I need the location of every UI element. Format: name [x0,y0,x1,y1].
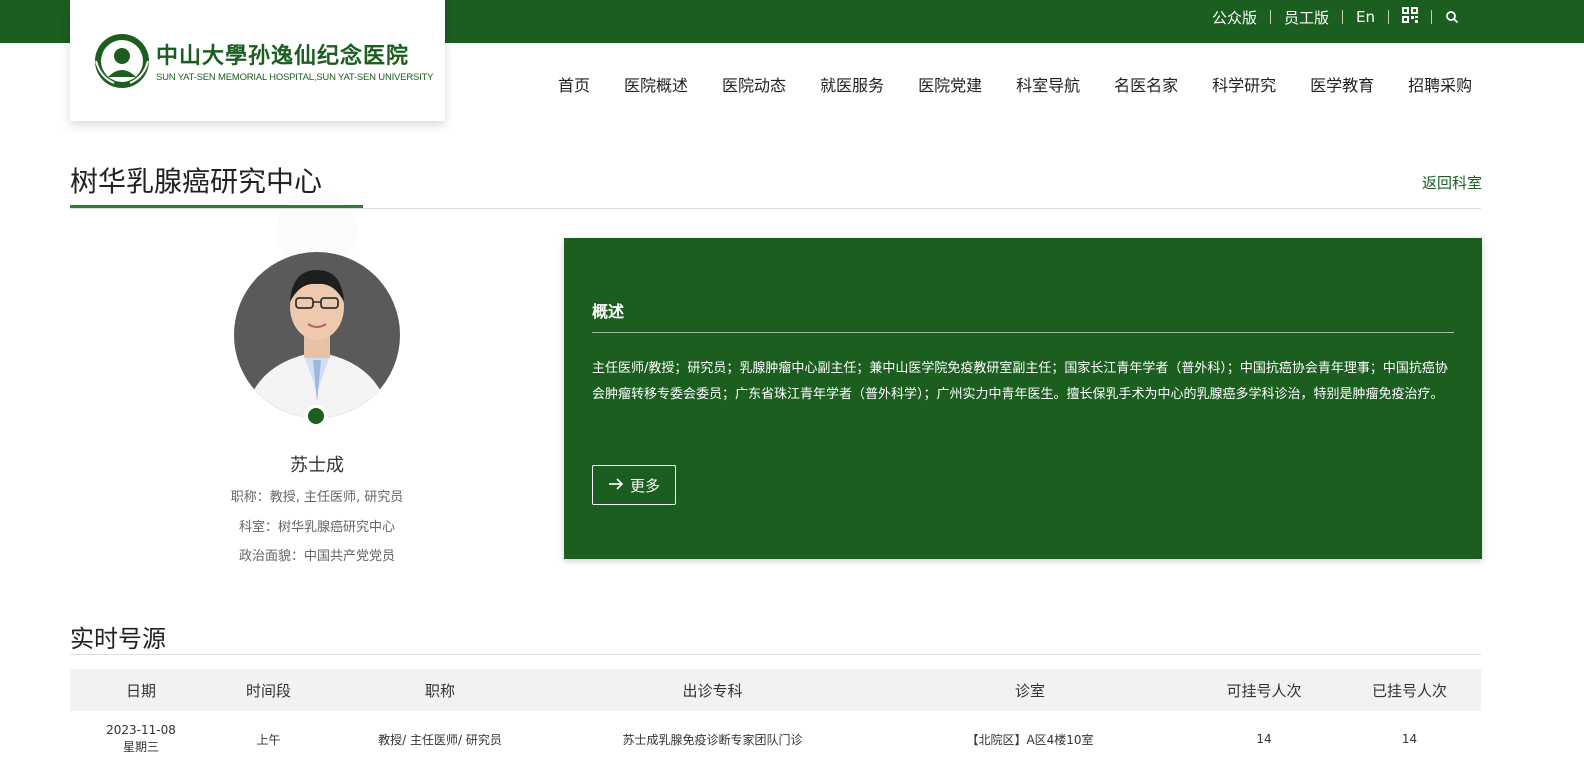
date-value: 2023-11-08 [106,723,176,737]
logo-english-name: SUN YAT-SEN MEMORIAL HOSPITAL,SUN YAT-SE… [156,72,434,83]
doctor-political-status: 政治面貌：中国共产党党员 [238,549,395,564]
doctor-department: 科室：树华乳腺癌研究中心 [238,520,395,535]
logo-chinese-name: 中山大學孙逸仙纪念医院 [156,43,410,69]
cell-period: 上午 [256,732,281,747]
summary-text: 主任医师/教授；研究员；乳腺肿瘤中心副主任；兼中山医学院免疫教研室副主任；国家长… [592,361,1448,402]
utility-links: 公众版 员工版 En [1199,7,1472,27]
weekday-value: 星期三 [122,740,159,754]
main-navigation: 首页 医院概述 医院动态 就医服务 医院党建 科室导航 名医名家 科学研究 医学… [558,72,1472,96]
cell-booked: 14 [1401,732,1418,746]
arrow-right-icon [608,476,624,494]
cell-room: 【北院区】A区4楼10室 [966,732,1094,747]
nav-item-doctors[interactable]: 名医名家 [1114,72,1178,96]
column-header-specialty: 出诊专科 [555,669,870,711]
column-header-booked: 已挂号人次 [1338,669,1481,711]
back-to-department-link[interactable]: 返回科室 [1422,172,1482,193]
nav-item-recruitment[interactable]: 招聘采购 [1408,72,1472,96]
cell-available: 14 [1256,732,1272,746]
table-header-row: 日期 时间段 职称 出诊专科 诊室 可挂号人次 已挂号人次 [70,669,1481,711]
nav-item-overview[interactable]: 医院概述 [624,72,688,96]
title-divider [70,208,1481,209]
column-header-title: 职称 [325,669,555,711]
summary-divider [592,332,1454,333]
avatar-indicator-dot [305,405,327,427]
util-link-public[interactable]: 公众版 [1199,7,1270,28]
logo-card[interactable]: 中山大學孙逸仙纪念医院 SUN YAT-SEN MEMORIAL HOSPITA… [70,0,445,121]
nav-item-news[interactable]: 医院动态 [722,72,786,96]
nav-item-departments[interactable]: 科室导航 [1016,72,1080,96]
nav-item-home[interactable]: 首页 [558,72,590,96]
column-header-available: 可挂号人次 [1190,669,1338,711]
more-button-label: 更多 [629,476,660,495]
search-icon[interactable] [1432,10,1472,24]
summary-heading: 概述 [592,302,625,321]
nav-item-party[interactable]: 医院党建 [918,72,982,96]
column-header-date: 日期 [70,669,212,711]
cell-specialty: 苏士成乳腺免疫诊断专家团队门诊 [622,732,803,747]
schedule-table: 日期 时间段 职称 出诊专科 诊室 可挂号人次 已挂号人次 2023-11-08… [70,669,1481,767]
more-button[interactable]: 更多 [592,465,676,505]
logo-text: 中山大學孙逸仙纪念医院 SUN YAT-SEN MEMORIAL HOSPITA… [156,38,433,83]
nav-item-services[interactable]: 就医服务 [820,72,884,96]
doctor-avatar [234,252,400,418]
cell-date: 2023-11-08 星期三 [70,711,212,767]
nav-item-research[interactable]: 科学研究 [1212,72,1276,96]
page-title: 树华乳腺癌研究中心 [70,165,323,198]
schedule-title: 实时号源 [70,625,166,653]
hospital-emblem-icon [95,33,149,88]
util-link-english[interactable]: En [1343,8,1388,26]
doctor-name: 苏士成 [290,455,344,476]
column-header-room: 诊室 [870,669,1190,711]
title-accent-bar [70,205,363,208]
summary-panel: 概述 主任医师/教授；研究员；乳腺肿瘤中心副主任；兼中山医学院免疫教研室副主任；… [564,238,1482,559]
nav-item-education[interactable]: 医学教育 [1310,72,1374,96]
doctor-title: 职称：教授, 主任医师, 研究员 [230,490,404,505]
table-row[interactable]: 2023-11-08 星期三 上午 教授/ 主任医师/ 研究员 苏士成乳腺免疫诊… [70,711,1481,767]
cell-title: 教授/ 主任医师/ 研究员 [378,732,502,747]
qr-code-icon [1402,7,1418,23]
util-link-staff[interactable]: 员工版 [1271,7,1342,28]
column-header-period: 时间段 [212,669,325,711]
schedule-divider [70,654,1481,655]
qr-code-button[interactable] [1389,7,1431,27]
